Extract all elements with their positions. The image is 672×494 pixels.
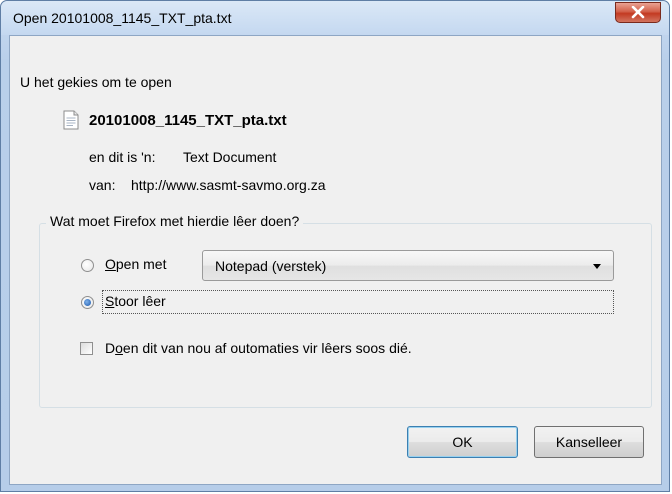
radio-selected-dot	[84, 299, 91, 306]
save-file-accesskey: S	[105, 293, 115, 309]
dialog-window: Open 20101008_1145_TXT_pta.txt U het gek…	[0, 0, 670, 492]
remember-checkbox[interactable]	[80, 342, 93, 355]
open-with-text: pen met	[115, 256, 167, 272]
action-group-title: Wat moet Firefox met hierdie lêer doen?	[46, 213, 304, 229]
save-file-text: toor lêer	[114, 293, 166, 309]
text-file-icon	[63, 110, 79, 130]
file-source-label: van:	[89, 177, 116, 193]
open-with-label[interactable]: Open met	[105, 256, 166, 272]
file-type-value: Text Document	[183, 149, 277, 165]
open-with-accesskey: O	[105, 256, 116, 272]
file-source-value: http://www.sasmt-savmo.org.za	[131, 177, 326, 193]
remember-accesskey: o	[115, 340, 123, 356]
title-bar: Open 20101008_1145_TXT_pta.txt	[1, 1, 669, 35]
chevron-down-icon	[593, 264, 601, 269]
file-type-label: en dit is 'n:	[89, 149, 156, 165]
ok-button[interactable]: OK	[407, 426, 518, 458]
remember-text-pre: D	[105, 340, 116, 356]
app-select[interactable]: Notepad (verstek)	[202, 250, 614, 281]
remember-label[interactable]: Doen dit van nou af outomaties vir lêers…	[105, 340, 412, 356]
save-file-radio[interactable]	[81, 296, 94, 309]
remember-text: en dit van nou af outomaties vir lêers s…	[122, 340, 412, 356]
save-file-label[interactable]: Stoor lêer	[105, 293, 166, 309]
close-icon	[631, 6, 645, 19]
focus-rectangle	[102, 290, 614, 314]
open-with-radio[interactable]	[81, 259, 94, 272]
close-button[interactable]	[615, 2, 661, 23]
cancel-button[interactable]: Kanselleer	[534, 426, 644, 458]
window-title: Open 20101008_1145_TXT_pta.txt	[13, 10, 232, 26]
app-select-value: Notepad (verstek)	[215, 258, 327, 274]
intro-text: U het gekies om te open	[20, 74, 172, 90]
file-name: 20101008_1145_TXT_pta.txt	[89, 112, 287, 129]
